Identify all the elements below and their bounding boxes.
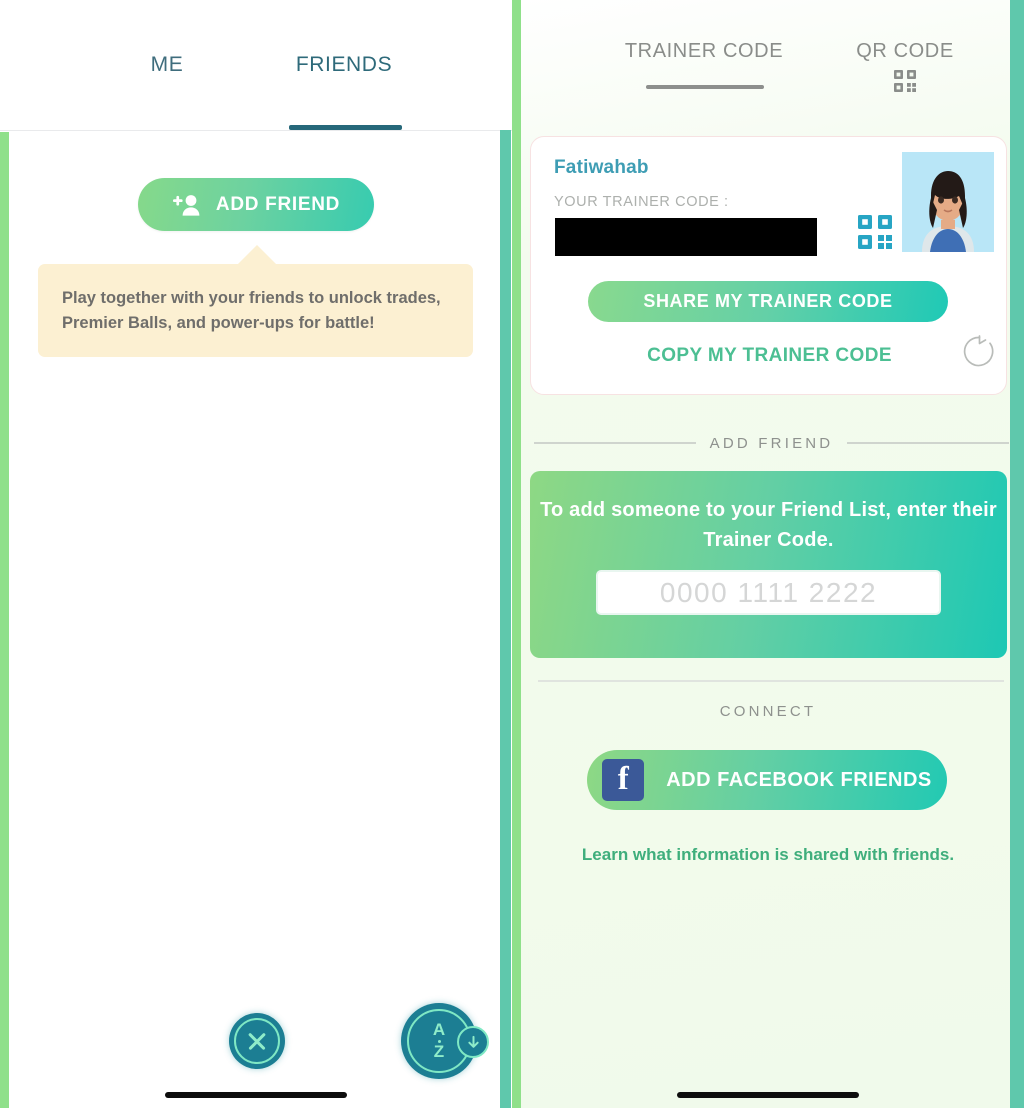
divider-line-right — [847, 442, 1010, 444]
trainer-code-input[interactable]: 0000 1111 2222 — [596, 570, 941, 615]
divider-line-left — [534, 442, 696, 444]
share-trainer-code-button[interactable]: SHARE MY TRAINER CODE — [588, 281, 948, 322]
trainer-code-input-placeholder: 0000 1111 2222 — [659, 576, 878, 608]
home-indicator-left — [165, 1092, 347, 1098]
friends-list-panel: ME FRIENDS ADD FRIEND Play together with… — [0, 0, 512, 1108]
add-friend-button[interactable]: ADD FRIEND — [138, 178, 374, 231]
right-tabbar: TRAINER CODE QR CODE — [512, 40, 1024, 110]
trainer-code-label: YOUR TRAINER CODE : — [554, 194, 729, 210]
add-person-icon — [172, 193, 202, 217]
app-screen: ME FRIENDS ADD FRIEND Play together with… — [0, 0, 1024, 1108]
tab-qr-code-label: QR CODE — [856, 40, 954, 62]
add-facebook-friends-button[interactable]: f ADD FACEBOOK FRIENDS — [587, 750, 947, 810]
add-friend-input-box: To add someone to your Friend List, ente… — [530, 471, 1007, 658]
tab-friends-label: FRIENDS — [295, 52, 393, 76]
connect-section-divider-line — [538, 680, 1004, 682]
close-button-left[interactable] — [229, 1013, 285, 1069]
trainer-card-qr-icon[interactable] — [858, 215, 892, 254]
add-friend-section-divider: ADD FRIEND — [534, 432, 1010, 454]
trainer-code-value-redacted — [555, 218, 817, 256]
trainer-name: Fatiwahab — [554, 157, 649, 178]
home-indicator-right — [677, 1092, 859, 1098]
tooltip-arrow — [236, 245, 278, 266]
panel-divider-strip — [500, 130, 511, 1108]
learn-shared-info-link[interactable]: Learn what information is shared with fr… — [512, 845, 1024, 865]
qr-code-icon — [795, 70, 1015, 92]
left-edge-accent-strip — [0, 132, 9, 1108]
left-tabbar: ME FRIENDS — [0, 0, 512, 131]
add-friend-panel: TRAINER CODE QR CODE Fatiwahab YOUR TRAI… — [512, 0, 1024, 1108]
copy-trainer-code-button[interactable]: COPY MY TRAINER CODE — [531, 345, 1008, 367]
sort-direction-badge[interactable] — [457, 1026, 489, 1058]
refresh-icon[interactable] — [963, 335, 996, 368]
add-friend-divider-title: ADD FRIEND — [709, 434, 834, 452]
close-x-icon — [246, 1030, 268, 1052]
right-panel-left-strip — [512, 0, 521, 1108]
add-friend-button-label: ADD FRIEND — [215, 193, 341, 215]
friends-tooltip: Play together with your friends to unloc… — [38, 264, 473, 357]
tooltip-text: Play together with your friends to unloc… — [62, 289, 441, 332]
tab-trainer-code[interactable]: TRAINER CODE — [594, 40, 814, 89]
tab-me[interactable]: ME — [106, 0, 228, 130]
tab-me-label: ME — [150, 52, 184, 76]
tab-friends[interactable]: FRIENDS — [260, 0, 428, 130]
sort-button[interactable]: A Z — [401, 1003, 489, 1079]
facebook-icon: f — [602, 759, 645, 801]
tab-trainer-code-label: TRAINER CODE — [624, 40, 784, 62]
add-friend-instruction: To add someone to your Friend List, ente… — [540, 499, 997, 551]
tab-qr-code[interactable]: QR CODE — [795, 40, 1015, 92]
share-trainer-code-label: SHARE MY TRAINER CODE — [643, 291, 893, 311]
add-facebook-friends-label: ADD FACEBOOK FRIENDS — [666, 768, 932, 791]
connect-divider-title: CONNECT — [719, 703, 817, 720]
right-panel-right-strip — [1010, 0, 1024, 1108]
arrow-down-icon — [467, 1035, 479, 1048]
copy-trainer-code-label: COPY MY TRAINER CODE — [647, 345, 892, 366]
trainer-code-card: Fatiwahab YOUR TRAINER CODE : SHARE MY T… — [530, 136, 1007, 395]
avatar — [902, 152, 994, 252]
